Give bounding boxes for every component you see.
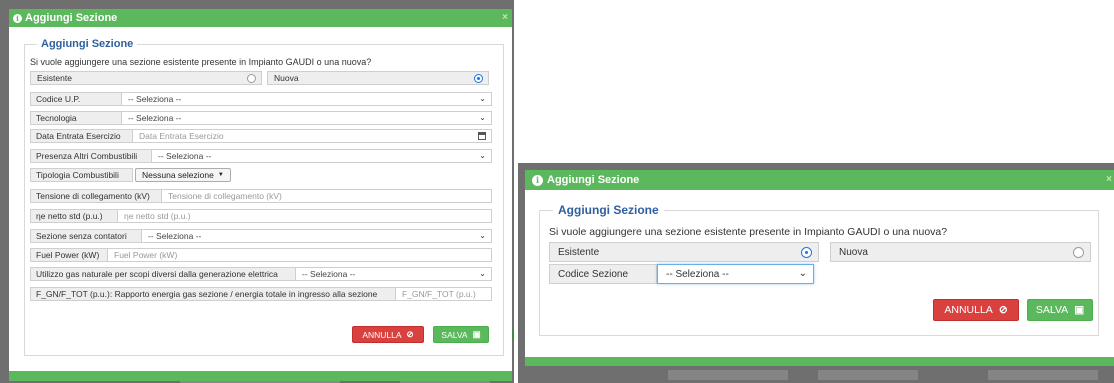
codice-sezione-field: Codice Sezione -- Seleziona -- ⌄	[549, 264, 814, 284]
chevron-down-icon: ⌄	[479, 231, 486, 240]
data-entrata-field: Data Entrata Esercizio Data Entrata Eser…	[30, 129, 492, 143]
eta-netto-field: ηe netto std (p.u.) ηe netto std (p.u.)	[30, 209, 492, 223]
info-icon: i	[13, 13, 22, 23]
tecnologia-select[interactable]: -- Seleziona -- ⌄	[122, 111, 492, 125]
tipologia-combustibili-value: Nessuna selezione	[142, 170, 214, 180]
rapporto-energia-placeholder: F_GN/F_TOT (p.u.)	[402, 289, 476, 299]
fuel-power-label: Fuel Power (kW)	[30, 248, 108, 262]
senza-contatori-select[interactable]: -- Seleziona -- ⌄	[142, 229, 492, 243]
chevron-down-icon: ⌄	[479, 269, 486, 278]
rapporto-energia-field: F_GN/F_TOT (p.u.): Rapporto energia gas …	[30, 287, 492, 301]
cancel-button[interactable]: ANNULLA ⊘	[933, 299, 1019, 321]
dialog-footer-bar	[9, 371, 512, 381]
save-icon: ▣	[472, 329, 481, 339]
save-button[interactable]: SALVA ▣	[433, 326, 489, 343]
data-entrata-placeholder: Data Entrata Esercizio	[139, 131, 224, 141]
add-section-dialog-new: i Aggiungi Sezione × Aggiungi Sezione Si…	[9, 9, 512, 381]
question-text: Si vuole aggiungere una sezione esistent…	[549, 226, 948, 238]
tecnologia-field: Tecnologia -- Seleziona -- ⌄	[30, 111, 492, 125]
tensione-input[interactable]: Tensione di collegamento (kV)	[162, 189, 492, 203]
chevron-down-icon: ⌄	[479, 94, 486, 103]
add-section-dialog-existing: i Aggiungi Sezione × Aggiungi Sezione Si…	[525, 170, 1114, 366]
senza-contatori-field: Sezione senza contatori -- Seleziona -- …	[30, 229, 492, 243]
codice-sezione-label: Codice Sezione	[549, 264, 657, 284]
tipologia-combustibili-dropdown[interactable]: Nessuna selezione ▼	[135, 168, 231, 182]
dialog-title: Aggiungi Sezione	[25, 12, 118, 24]
gas-naturale-value: -- Seleziona --	[302, 269, 356, 279]
radio-existing[interactable]: Esistente	[30, 71, 262, 85]
senza-contatori-value: -- Seleziona --	[148, 231, 202, 241]
altri-combustibili-select[interactable]: -- Seleziona -- ⌄	[152, 149, 492, 163]
tipologia-combustibili-field: Tipologia Combustibili Nessuna selezione…	[30, 168, 250, 182]
tensione-label: Tensione di collegamento (kV)	[30, 189, 162, 203]
radio-new[interactable]: Nuova	[267, 71, 489, 85]
eta-netto-input[interactable]: ηe netto std (p.u.)	[118, 209, 492, 223]
save-button-label: SALVA	[1035, 304, 1069, 316]
tecnologia-value: -- Seleziona --	[128, 113, 182, 123]
radio-new[interactable]: Nuova	[830, 242, 1091, 262]
codice-up-label: Codice U.P.	[30, 92, 122, 106]
radio-icon[interactable]	[247, 74, 256, 83]
radio-icon[interactable]	[1073, 247, 1084, 258]
gas-naturale-field: Utilizzo gas naturale per scopi diversi …	[30, 267, 492, 281]
chevron-down-icon: ⌄	[479, 151, 486, 160]
gas-naturale-label: Utilizzo gas naturale per scopi diversi …	[30, 267, 296, 281]
section-title: Aggiungi Sezione	[558, 203, 659, 217]
dialog-title: Aggiungi Sezione	[547, 174, 640, 186]
cancel-button[interactable]: ANNULLA ⊘	[352, 326, 424, 343]
chevron-down-icon: ⌄	[798, 268, 807, 279]
chevron-down-icon: ⌄	[479, 113, 486, 122]
radio-existing-label: Esistente	[558, 246, 600, 258]
codice-sezione-select[interactable]: -- Seleziona -- ⌄	[657, 264, 814, 284]
tipologia-combustibili-label: Tipologia Combustibili	[30, 168, 133, 182]
tensione-field: Tensione di collegamento (kV) Tensione d…	[30, 189, 492, 203]
eta-netto-placeholder: ηe netto std (p.u.)	[124, 211, 191, 221]
codice-up-field: Codice U.P. -- Seleziona -- ⌄	[30, 92, 492, 106]
radio-new-label: Nuova	[274, 73, 299, 83]
altri-combustibili-field: Presenza Altri Combustibili -- Seleziona…	[30, 149, 492, 163]
save-icon: ▣	[1074, 304, 1085, 316]
dialog-footer-bar	[525, 357, 1114, 366]
data-entrata-label: Data Entrata Esercizio	[30, 129, 133, 143]
cancel-button-label: ANNULLA	[944, 304, 993, 316]
tecnologia-label: Tecnologia	[30, 111, 122, 125]
question-text: Si vuole aggiungere una sezione esistent…	[30, 57, 372, 67]
section-title: Aggiungi Sezione	[41, 38, 134, 50]
gas-naturale-select[interactable]: -- Seleziona -- ⌄	[296, 267, 492, 281]
senza-contatori-label: Sezione senza contatori	[30, 229, 142, 243]
info-icon: i	[532, 174, 543, 186]
altri-combustibili-label: Presenza Altri Combustibili	[30, 149, 152, 163]
tensione-placeholder: Tensione di collegamento (kV)	[168, 191, 282, 201]
altri-combustibili-value: -- Seleziona --	[158, 151, 212, 161]
caret-down-icon: ▼	[217, 172, 224, 178]
cancel-button-label: ANNULLA	[362, 329, 402, 340]
radio-new-label: Nuova	[839, 246, 868, 258]
eta-netto-label: ηe netto std (p.u.)	[30, 209, 118, 223]
save-button[interactable]: SALVA ▣	[1027, 299, 1093, 321]
rapporto-energia-label: F_GN/F_TOT (p.u.): Rapporto energia gas …	[30, 287, 396, 301]
fuel-power-field: Fuel Power (kW) Fuel Power (kW)	[30, 248, 492, 262]
rapporto-energia-input[interactable]: F_GN/F_TOT (p.u.)	[396, 287, 492, 301]
radio-icon[interactable]	[801, 247, 812, 258]
codice-up-select[interactable]: -- Seleziona -- ⌄	[122, 92, 492, 106]
dialog-header: i Aggiungi Sezione ×	[525, 170, 1114, 190]
fuel-power-input[interactable]: Fuel Power (kW)	[108, 248, 492, 262]
codice-up-value: -- Seleziona --	[128, 94, 182, 104]
radio-icon[interactable]	[474, 74, 483, 83]
save-button-label: SALVA	[441, 329, 468, 340]
ban-icon: ⊘	[406, 329, 414, 339]
data-entrata-input[interactable]: Data Entrata Esercizio	[133, 129, 492, 143]
close-icon[interactable]: ×	[1106, 174, 1112, 185]
ban-icon: ⊘	[998, 304, 1008, 316]
codice-sezione-value: -- Seleziona --	[666, 268, 729, 280]
calendar-icon[interactable]	[478, 132, 486, 140]
fuel-power-placeholder: Fuel Power (kW)	[114, 250, 178, 260]
radio-existing[interactable]: Esistente	[549, 242, 819, 262]
dialog-header: i Aggiungi Sezione ×	[9, 9, 512, 27]
close-icon[interactable]: ×	[502, 12, 508, 23]
radio-existing-label: Esistente	[37, 73, 72, 83]
